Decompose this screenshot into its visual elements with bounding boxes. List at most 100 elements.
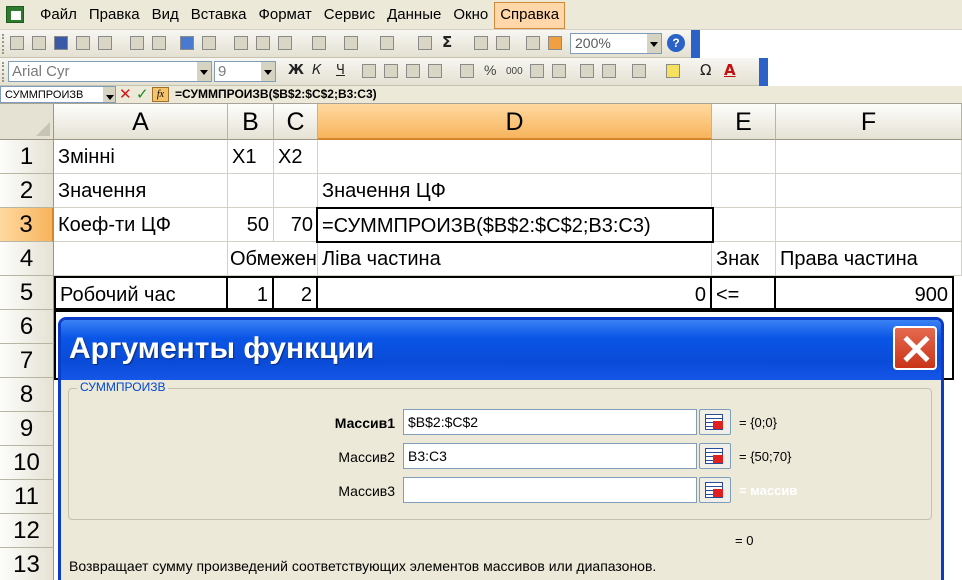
- menu-data[interactable]: Данные: [381, 2, 447, 29]
- row-header-11[interactable]: 11: [0, 480, 54, 514]
- dialog-titlebar[interactable]: Аргументы функции: [61, 320, 941, 380]
- cell-f2[interactable]: [776, 174, 962, 208]
- email-icon[interactable]: [98, 36, 112, 50]
- cell-b3[interactable]: 50: [228, 208, 274, 242]
- cell-a5[interactable]: Робочий час: [54, 276, 228, 310]
- chevron-down-icon[interactable]: [647, 34, 661, 53]
- row-header-7[interactable]: 7: [0, 344, 54, 378]
- column-header-e[interactable]: E: [712, 104, 776, 140]
- cell-b2[interactable]: [228, 174, 274, 208]
- currency-icon[interactable]: [460, 64, 474, 78]
- cell-a2[interactable]: Значення: [54, 174, 228, 208]
- help-icon[interactable]: ?: [667, 34, 685, 52]
- research-icon[interactable]: [202, 36, 216, 50]
- chevron-down-icon[interactable]: [261, 62, 275, 81]
- cell-b5[interactable]: 1: [226, 276, 274, 310]
- cell-a4[interactable]: [54, 242, 228, 276]
- percent-button[interactable]: %: [484, 62, 496, 78]
- column-header-f[interactable]: F: [776, 104, 962, 140]
- menu-format[interactable]: Формат: [252, 2, 317, 29]
- row-header-8[interactable]: 8: [0, 378, 54, 412]
- undo-icon[interactable]: [344, 36, 358, 50]
- array2-input[interactable]: B3:C3: [403, 443, 697, 469]
- menu-file[interactable]: Файл: [34, 2, 83, 29]
- chevron-down-icon[interactable]: [103, 87, 115, 102]
- print-icon[interactable]: [130, 36, 144, 50]
- row-header-13[interactable]: 13: [0, 548, 54, 580]
- array1-collapse-button[interactable]: [699, 409, 731, 435]
- row-header-4[interactable]: 4: [0, 242, 54, 276]
- open-icon[interactable]: [32, 36, 46, 50]
- spelling-icon[interactable]: [180, 36, 194, 50]
- toolbar-options-icon[interactable]: [691, 30, 700, 58]
- font-size-select[interactable]: 9: [214, 61, 276, 82]
- merge-center-icon[interactable]: [428, 64, 442, 78]
- cell-c1[interactable]: X2: [274, 140, 318, 174]
- cell-c5[interactable]: 2: [272, 276, 318, 310]
- formula-input[interactable]: =СУММПРОИЗВ($B$2:$C$2;B3:C3): [175, 86, 377, 103]
- format-painter-icon[interactable]: [312, 36, 326, 50]
- column-header-a[interactable]: A: [54, 104, 228, 140]
- cancel-icon[interactable]: ✕: [119, 86, 132, 103]
- cell-b4[interactable]: Обмеження: [228, 242, 318, 276]
- column-header-b[interactable]: B: [228, 104, 274, 140]
- cell-c2[interactable]: [274, 174, 318, 208]
- increase-indent-icon[interactable]: [602, 64, 616, 78]
- row-header-12[interactable]: 12: [0, 514, 54, 548]
- menu-edit[interactable]: Правка: [83, 2, 146, 29]
- chart-wizard-icon[interactable]: [526, 36, 540, 50]
- cell-f5[interactable]: 900: [774, 276, 954, 310]
- cell-d5[interactable]: 0: [316, 276, 712, 310]
- cell-c3[interactable]: 70: [274, 208, 318, 242]
- borders-icon[interactable]: [632, 64, 646, 78]
- name-box[interactable]: СУММПРОИЗВ: [0, 86, 116, 103]
- menu-help[interactable]: Справка: [494, 1, 566, 29]
- paste-icon[interactable]: [278, 36, 292, 50]
- font-color-button[interactable]: A: [724, 61, 736, 79]
- cell-e3[interactable]: [714, 208, 776, 242]
- menu-view[interactable]: Вид: [146, 2, 185, 29]
- row-header-3[interactable]: 3: [0, 208, 54, 242]
- permission-icon[interactable]: [76, 36, 90, 50]
- toolbar-options-icon[interactable]: [759, 58, 768, 86]
- array2-collapse-button[interactable]: [699, 443, 731, 469]
- enter-icon[interactable]: ✓: [136, 86, 149, 103]
- menu-insert[interactable]: Вставка: [185, 2, 253, 29]
- cut-icon[interactable]: [234, 36, 248, 50]
- cell-d4[interactable]: Ліва частина: [318, 242, 712, 276]
- cell-f3[interactable]: [776, 208, 962, 242]
- cell-a3[interactable]: Коеф-ти ЦФ: [54, 208, 228, 242]
- cell-e4[interactable]: Знак: [712, 242, 776, 276]
- underline-button[interactable]: Ч: [336, 63, 345, 78]
- align-right-icon[interactable]: [406, 64, 420, 78]
- select-all-corner[interactable]: [0, 104, 54, 140]
- decrease-decimal-icon[interactable]: [552, 64, 566, 78]
- row-header-2[interactable]: 2: [0, 174, 54, 208]
- symbol-button[interactable]: Ω: [700, 61, 711, 79]
- italic-button[interactable]: К: [312, 63, 321, 78]
- align-left-icon[interactable]: [362, 64, 376, 78]
- menu-tools[interactable]: Сервис: [318, 2, 381, 29]
- sort-ascending-icon[interactable]: [474, 36, 488, 50]
- toolbar-grip[interactable]: [2, 62, 5, 82]
- autosum-button[interactable]: Σ: [442, 33, 452, 51]
- sort-descending-icon[interactable]: [496, 36, 510, 50]
- close-icon[interactable]: [893, 326, 937, 370]
- new-icon[interactable]: [10, 36, 24, 50]
- row-header-5[interactable]: 5: [0, 276, 54, 310]
- row-header-10[interactable]: 10: [0, 446, 54, 480]
- align-center-icon[interactable]: [384, 64, 398, 78]
- cell-d3[interactable]: =СУММПРОИЗВ($B$2:$C$2;B3:C3): [316, 207, 714, 243]
- excel-app-icon[interactable]: [6, 6, 24, 23]
- copy-icon[interactable]: [256, 36, 270, 50]
- cell-e5[interactable]: <=: [710, 276, 776, 310]
- cell-d2[interactable]: Значення ЦФ: [318, 174, 712, 208]
- increase-decimal-icon[interactable]: [530, 64, 544, 78]
- cell-f1[interactable]: [776, 140, 962, 174]
- cell-d1[interactable]: [318, 140, 712, 174]
- chevron-down-icon[interactable]: [197, 62, 211, 81]
- column-header-d[interactable]: D: [318, 104, 712, 140]
- column-header-c[interactable]: C: [274, 104, 318, 140]
- cell-e2[interactable]: [712, 174, 776, 208]
- insert-function-icon[interactable]: fx: [152, 87, 169, 102]
